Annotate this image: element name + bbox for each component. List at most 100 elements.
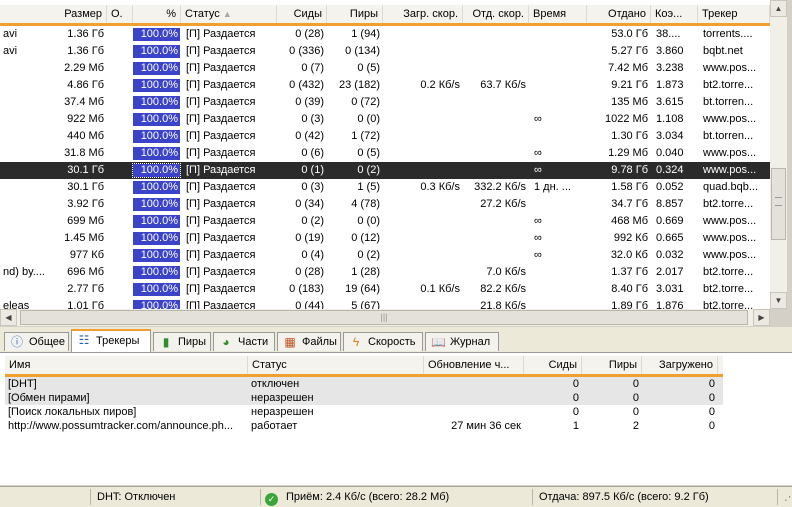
torrent-row[interactable]: avi 1.36 Гб [П] Раздается 0 (28) 1 (94) 53.0 …	[0, 26, 770, 43]
tracker-cell-name: http://www.possumtracker.com/announce.ph…	[8, 420, 234, 432]
torrent-list[interactable]: Размер О. % Статус ▲ Сиды Пиры Загр. ско…	[0, 0, 770, 309]
cell-eta	[531, 128, 587, 145]
scroll-right-icon[interactable]: ▶	[753, 309, 770, 326]
cell-seeds: 0 (44)	[295, 300, 324, 309]
dht-status[interactable]: DHT: Отключен	[90, 489, 260, 505]
trk-col-name-header[interactable]: Имя	[5, 356, 248, 374]
sort-asc-icon: ▲	[222, 9, 232, 19]
col-size-header[interactable]: Размер	[0, 5, 107, 23]
tracker-cell-seeds: 0	[572, 406, 579, 418]
cell-eta: ∞	[534, 215, 542, 227]
torrent-row[interactable]: 699 Мб [П] Раздается 0 (2) 0 (0) ∞ 468 Мб 0.66…	[0, 213, 770, 230]
col-uploaded-header[interactable]: Отдано	[587, 5, 651, 23]
col-down-speed-header[interactable]: Загр. скор.	[383, 5, 463, 23]
torrent-row[interactable]: nd) by.... 696 Мб [П] Раздается 0 (28) 1 (28…	[0, 264, 770, 281]
col-status-header[interactable]: Статус ▲	[181, 5, 277, 23]
cell-status: [П] Раздается	[186, 232, 256, 244]
cell-status: [П] Раздается	[186, 130, 256, 142]
cell-down: 0.3 Кб/s	[420, 181, 460, 193]
cell-up	[463, 128, 529, 145]
cell-size: 37.4 Мб	[64, 96, 104, 108]
torrent-row[interactable]: 1.45 Мб [П] Раздается 0 (19) 0 (12) ∞ 992 Кб 0…	[0, 230, 770, 247]
col-percent-header[interactable]: %	[133, 5, 181, 23]
torrent-row[interactable]: 37.4 Мб [П] Раздается 0 (39) 0 (72) 135 Мб 3.…	[0, 94, 770, 111]
progress-bar: 100.0%	[132, 163, 181, 178]
scroll-up-icon[interactable]: ▲	[770, 0, 787, 17]
network-icon: ☷	[78, 333, 90, 347]
torrent-row[interactable]: eleas 1.01 Гб [П] Раздается 0 (44) 5 (67) 21.…	[0, 298, 770, 309]
cell-up	[463, 26, 529, 43]
cell-ratio: 38....	[656, 28, 681, 40]
torrent-row[interactable]: 2.29 Мб [П] Раздается 0 (7) 0 (5) 7.42 Мб 3.2…	[0, 60, 770, 77]
trk-col-seeds-header[interactable]: Сиды	[524, 356, 582, 374]
progress-bar: 100.0%	[133, 62, 180, 75]
cell-eta: ∞	[534, 232, 542, 244]
col-seeds-header[interactable]: Сиды	[277, 5, 327, 23]
cell-uploaded: 9.78 Гб	[611, 164, 648, 176]
col-ratio-header[interactable]: Коэ...	[651, 5, 698, 23]
cell-size: 1.01 Гб	[67, 300, 104, 309]
trk-col-downloaded-header[interactable]: Загружено	[642, 356, 718, 374]
tab-pieces[interactable]: ◕ Части	[213, 332, 275, 351]
tracker-row[interactable]: http://www.possumtracker.com/announce.ph…	[5, 419, 723, 433]
torrent-row[interactable]: 440 Мб [П] Раздается 0 (42) 1 (72) 1.30 Гб 3.…	[0, 128, 770, 145]
torrent-row[interactable]: 922 Мб [П] Раздается 0 (3) 0 (0) ∞ 1022 Мб 1.1…	[0, 111, 770, 128]
tab-peers[interactable]: ▮ Пиры	[153, 332, 211, 351]
trackers-header: Имя Статус Обновление ч... Сиды Пиры Заг…	[5, 356, 723, 377]
cell-up: 7.0 Кб/s	[486, 266, 526, 278]
tab-trackers[interactable]: ☷ Трекеры	[71, 329, 151, 352]
hscroll-thumb[interactable]: |||	[20, 310, 748, 325]
cell-down	[383, 128, 463, 145]
tab-label: Трекеры	[96, 335, 140, 347]
tab-speed[interactable]: ϟ Скорость	[343, 332, 423, 351]
download-status[interactable]: ✓ Приём: 2.4 Кб/с (всего: 28.2 Мб)	[260, 489, 532, 506]
resize-grip-icon[interactable]: ⋰	[777, 489, 792, 505]
torrent-list-hscrollbar[interactable]: ◀ ||| ▶	[0, 309, 770, 326]
trk-col-update-header[interactable]: Обновление ч...	[424, 356, 524, 374]
tracker-row[interactable]: [Обмен пирами] неразрешен 0 0 0	[5, 391, 723, 405]
tracker-cell-update	[424, 405, 524, 419]
col-tracker-header[interactable]: Трекер	[698, 5, 770, 23]
torrent-row[interactable]: 3.92 Гб [П] Раздается 0 (34) 4 (78) 27.2 Кб/…	[0, 196, 770, 213]
cell-eta: ∞	[534, 164, 542, 176]
progress-bar: 100.0%	[133, 79, 180, 92]
cell-up: 27.2 Кб/s	[480, 198, 526, 210]
upload-status[interactable]: Отдача: 897.5 Кб/с (всего: 9.2 Гб)	[532, 489, 777, 505]
trk-col-peers-header[interactable]: Пиры	[582, 356, 642, 374]
col-eta-header[interactable]: Время	[529, 5, 587, 23]
torrent-row[interactable]: avi 1.36 Гб [П] Раздается 0 (336) 0 (134) 5.2…	[0, 43, 770, 60]
cell-ratio: 0.040	[656, 147, 684, 159]
torrent-row[interactable]: 977 Кб [П] Раздается 0 (4) 0 (2) ∞ 32.0 Кб 0.0…	[0, 247, 770, 264]
progress-bar: 100.0%	[133, 147, 180, 160]
col-order-header[interactable]: О.	[107, 5, 133, 23]
tab-files[interactable]: ▦ Файлы	[277, 332, 341, 351]
cell-seeds: 0 (3)	[301, 181, 324, 193]
trackers-panel[interactable]: Имя Статус Обновление ч... Сиды Пиры Заг…	[0, 352, 792, 485]
torrent-row[interactable]: 30.1 Гб [П] Раздается 0 (1) 0 (2) ∞ 9.78 Гб 0.…	[0, 162, 770, 179]
scroll-left-icon[interactable]: ◀	[0, 309, 17, 326]
torrent-row[interactable]: 2.77 Гб [П] Раздается 0 (183) 19 (64) 0.1 Кб…	[0, 281, 770, 298]
col-up-speed-header[interactable]: Отд. скор.	[463, 5, 529, 23]
tracker-row[interactable]: [Поиск локальных пиров] неразрешен 0 0 0	[5, 405, 723, 419]
torrent-row[interactable]: 30.1 Гб [П] Раздается 0 (3) 1 (5) 0.3 Кб/s 33…	[0, 179, 770, 196]
torrent-row[interactable]: 4.86 Гб [П] Раздается 0 (432) 23 (182) 0.2 К…	[0, 77, 770, 94]
cell-ratio: 8.857	[656, 198, 684, 210]
tab-log[interactable]: 📖 Журнал	[425, 332, 499, 351]
scroll-down-icon[interactable]: ▼	[770, 292, 787, 309]
tab-label: Общее	[29, 336, 66, 348]
cell-up	[463, 230, 529, 247]
tab-label: Пиры	[178, 336, 207, 348]
torrent-row[interactable]: 31.8 Мб [П] Раздается 0 (6) 0 (5) ∞ 1.29 Мб 0.…	[0, 145, 770, 162]
tracker-cell-downloaded: 0	[708, 392, 715, 404]
vscroll-thumb[interactable]	[771, 168, 786, 240]
tab-general[interactable]: ⓘ Общее	[4, 332, 69, 351]
trk-col-status-header[interactable]: Статус	[248, 356, 424, 374]
cell-up	[463, 162, 529, 179]
cell-eta	[531, 43, 587, 60]
cell-seeds: 0 (1)	[301, 164, 324, 176]
tracker-row[interactable]: [DHT] отключен 0 0 0	[5, 377, 723, 391]
progress-bar: 100.0%	[133, 45, 180, 58]
tab-label: Файлы	[302, 336, 337, 348]
torrent-list-vscrollbar[interactable]: ▲ ▼	[770, 0, 787, 309]
col-peers-header[interactable]: Пиры	[327, 5, 383, 23]
